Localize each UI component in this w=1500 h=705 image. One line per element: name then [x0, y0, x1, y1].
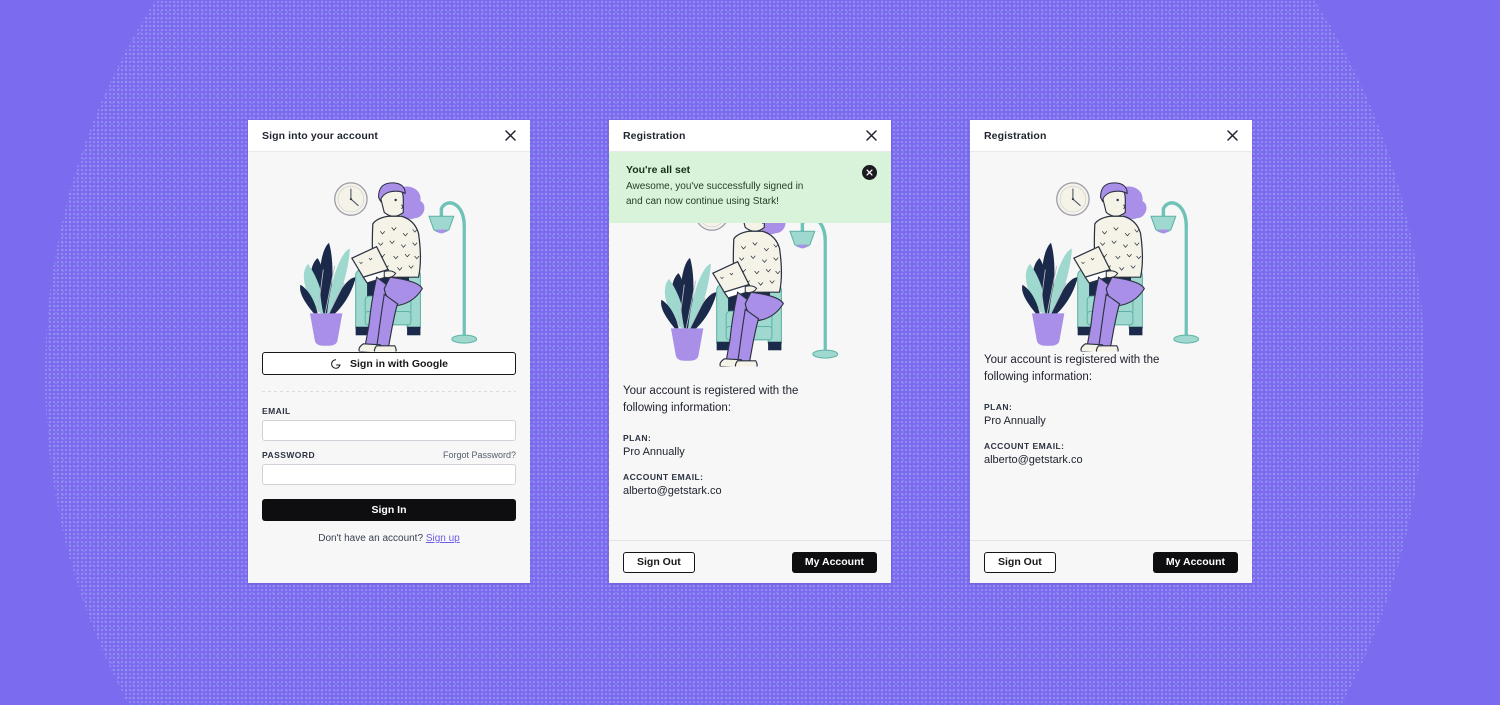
- signup-link[interactable]: Sign up: [426, 533, 460, 544]
- divider: [262, 391, 516, 392]
- account-email-label: ACCOUNT EMAIL:: [984, 441, 1065, 452]
- registration-card: Registration Your account is registered …: [970, 120, 1252, 583]
- registration-card-with-banner: Registration You're all set Awesome, you…: [609, 120, 891, 583]
- sign-out-button[interactable]: Sign Out: [623, 551, 695, 573]
- google-g-icon: [330, 358, 342, 370]
- close-icon[interactable]: [863, 128, 879, 144]
- close-icon[interactable]: [1224, 128, 1240, 144]
- plan-label: PLAN:: [623, 432, 652, 443]
- email-label: EMAIL: [262, 406, 291, 416]
- page-title: Registration: [984, 129, 1047, 142]
- account-email-value: alberto@getstark.co: [984, 454, 1083, 467]
- plan-value: Pro Annually: [984, 415, 1046, 428]
- sign-in-button[interactable]: Sign In: [262, 499, 516, 521]
- illustration: [970, 152, 1252, 352]
- card-header: Registration: [609, 120, 891, 152]
- account-info-intro: Your account is registered with the foll…: [623, 384, 799, 414]
- plan-label: PLAN:: [984, 402, 1013, 413]
- signup-row: Don't have an account? Sign up: [262, 533, 516, 544]
- card-header: Registration: [970, 120, 1252, 152]
- my-account-button[interactable]: My Account: [1152, 551, 1238, 573]
- illustration: [609, 222, 891, 383]
- account-email-label: ACCOUNT EMAIL:: [623, 471, 704, 482]
- signin-form: Sign in with Google EMAIL PASSWORD Forgo…: [248, 352, 530, 583]
- account-info-intro: Your account is registered with the foll…: [984, 354, 1160, 384]
- illustration: [248, 152, 530, 352]
- email-label-row: EMAIL: [262, 406, 516, 416]
- account-info: Your account is registered with the foll…: [609, 383, 891, 540]
- card-header: Sign into your account: [248, 120, 530, 152]
- signup-prompt: Don't have an account?: [318, 533, 424, 544]
- close-icon[interactable]: [502, 128, 518, 144]
- signin-card: Sign into your account Sign in with Goog…: [248, 120, 530, 583]
- sign-out-button[interactable]: Sign Out: [984, 551, 1056, 573]
- email-field[interactable]: [262, 420, 516, 441]
- page-title: Sign into your account: [262, 129, 378, 142]
- account-info: Your account is registered with the foll…: [970, 352, 1252, 540]
- card-footer: Sign Out My Account: [609, 540, 891, 583]
- my-account-button[interactable]: My Account: [791, 551, 877, 573]
- banner-text: You're all set Awesome, you've successfu…: [626, 164, 821, 210]
- success-banner: You're all set Awesome, you've successfu…: [609, 152, 891, 223]
- password-field[interactable]: [262, 464, 516, 485]
- account-email-value: alberto@getstark.co: [623, 484, 722, 497]
- password-label: PASSWORD: [262, 450, 316, 460]
- banner-title: You're all set: [626, 164, 691, 176]
- password-label-row: PASSWORD Forgot Password?: [262, 450, 516, 460]
- card-footer: Sign Out My Account: [970, 540, 1252, 583]
- forgot-password-link[interactable]: Forgot Password?: [443, 450, 516, 460]
- banner-close-icon[interactable]: [862, 165, 877, 180]
- banner-message: Awesome, you've successfully signed in a…: [626, 181, 804, 207]
- page-title: Registration: [623, 129, 686, 142]
- google-button-label: Sign in with Google: [350, 357, 448, 370]
- plan-value: Pro Annually: [623, 445, 685, 458]
- sign-in-with-google-button[interactable]: Sign in with Google: [262, 352, 516, 375]
